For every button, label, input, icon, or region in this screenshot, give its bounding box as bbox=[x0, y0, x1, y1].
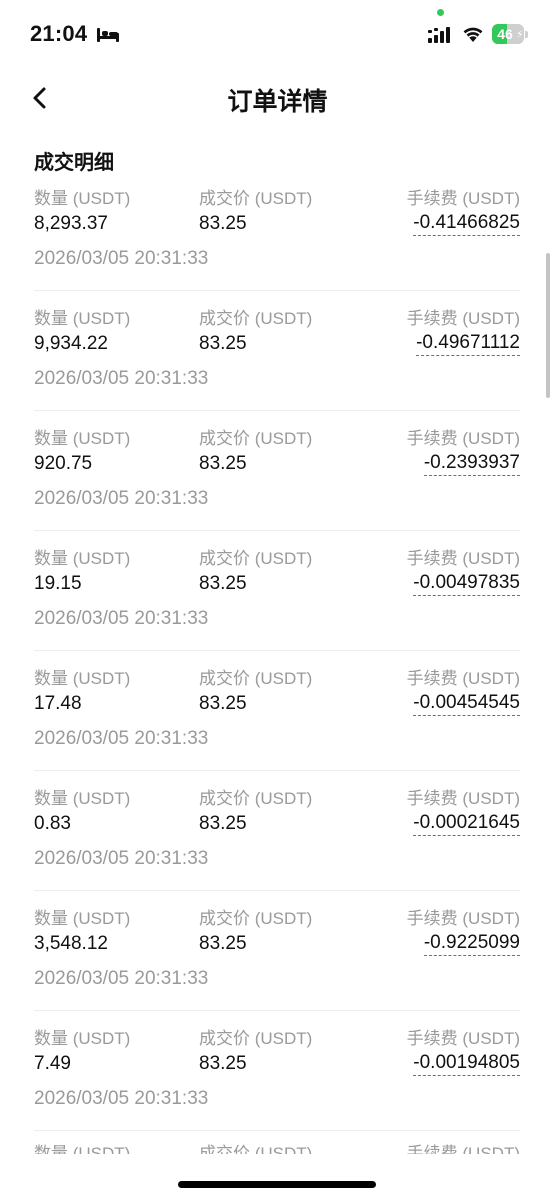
navigation-bar: 订单详情 bbox=[0, 70, 555, 126]
trade-time: 2026/03/05 20:31:33 bbox=[34, 368, 209, 389]
page-title: 订单详情 bbox=[227, 88, 328, 116]
fee-label: 手续费 (USDT) bbox=[406, 909, 520, 928]
price-label: 成交价 (USDT) bbox=[199, 189, 313, 208]
fee-value[interactable]: -0.00454545 bbox=[413, 691, 520, 716]
fee-label: 手续费 (USDT) bbox=[406, 789, 520, 808]
charging-bolt-icon: ⚡ bbox=[516, 29, 524, 41]
quantity-label: 数量 (USDT) bbox=[34, 429, 131, 448]
trade-row: 数量 (USDT) 0.83 成交价 (USDT) 83.25 手续费 (USD… bbox=[34, 771, 520, 891]
price-label: 成交价 (USDT) bbox=[199, 549, 313, 568]
trade-time: 2026/03/05 20:31:33 bbox=[34, 1088, 209, 1109]
quantity-label: 数量 (USDT) bbox=[34, 189, 131, 208]
trade-row: 数量 (USDT) 8,293.37 成交价 (USDT) 83.25 手续费 … bbox=[34, 171, 520, 291]
quantity-label: 数量 (USDT) bbox=[34, 789, 131, 808]
quantity-value: 3,548.12 bbox=[34, 933, 108, 954]
quantity-value: 9,934.22 bbox=[34, 333, 108, 354]
price-label: 成交价 (USDT) bbox=[199, 1144, 313, 1154]
price-value: 83.25 bbox=[199, 333, 247, 354]
fee-value[interactable]: -0.00497835 bbox=[413, 571, 520, 596]
price-label: 成交价 (USDT) bbox=[199, 789, 313, 808]
quantity-value: 17.48 bbox=[34, 693, 82, 714]
quantity-label: 数量 (USDT) bbox=[34, 549, 131, 568]
trade-time: 2026/03/05 20:31:33 bbox=[34, 608, 209, 629]
quantity-value: 7.49 bbox=[34, 1053, 71, 1074]
fee-label: 手续费 (USDT) bbox=[406, 669, 520, 688]
price-value: 83.25 bbox=[199, 933, 247, 954]
fee-value[interactable]: -0.49671112 bbox=[416, 331, 520, 356]
signal-icon bbox=[428, 27, 450, 43]
home-indicator[interactable] bbox=[178, 1181, 376, 1188]
price-value: 83.25 bbox=[199, 213, 247, 234]
price-value: 83.25 bbox=[199, 813, 247, 834]
price-label: 成交价 (USDT) bbox=[199, 309, 313, 328]
price-label: 成交价 (USDT) bbox=[199, 1029, 313, 1048]
partial-trade-row: 数量 (USDT) 成交价 (USDT) 手续费 (USDT) bbox=[0, 1140, 555, 1154]
battery-level: 46 bbox=[497, 26, 513, 42]
fee-label: 手续费 (USDT) bbox=[406, 189, 520, 208]
quantity-label: 数量 (USDT) bbox=[34, 1144, 131, 1154]
trade-list: 数量 (USDT) 8,293.37 成交价 (USDT) 83.25 手续费 … bbox=[34, 171, 520, 1131]
price-value: 83.25 bbox=[199, 1053, 247, 1074]
price-value: 83.25 bbox=[199, 573, 247, 594]
bed-icon bbox=[97, 28, 119, 42]
fee-label: 手续费 (USDT) bbox=[406, 429, 520, 448]
fee-value[interactable]: -0.41466825 bbox=[413, 211, 520, 236]
quantity-label: 数量 (USDT) bbox=[34, 669, 131, 688]
fee-value[interactable]: -0.2393937 bbox=[423, 451, 520, 476]
fee-value[interactable]: -0.00194805 bbox=[413, 1051, 520, 1076]
status-time: 21:04 bbox=[30, 21, 88, 46]
price-label: 成交价 (USDT) bbox=[199, 429, 313, 448]
trade-time: 2026/03/05 20:31:33 bbox=[34, 848, 209, 869]
trade-time: 2026/03/05 20:31:33 bbox=[34, 248, 209, 269]
wifi-icon bbox=[463, 27, 483, 42]
status-bar: 21:04 46 ⚡ bbox=[0, 0, 555, 70]
fee-label: 手续费 (USDT) bbox=[406, 549, 520, 568]
trade-time: 2026/03/05 20:31:33 bbox=[34, 728, 209, 749]
quantity-value: 0.83 bbox=[34, 813, 71, 834]
trade-row: 数量 (USDT) 17.48 成交价 (USDT) 83.25 手续费 (US… bbox=[34, 651, 520, 771]
fee-value[interactable]: -0.00021645 bbox=[413, 811, 520, 836]
quantity-label: 数量 (USDT) bbox=[34, 1029, 131, 1048]
price-value: 83.25 bbox=[199, 453, 247, 474]
trade-row: 数量 (USDT) 7.49 成交价 (USDT) 83.25 手续费 (USD… bbox=[34, 1011, 520, 1131]
price-label: 成交价 (USDT) bbox=[199, 669, 313, 688]
fee-value[interactable]: -0.9225099 bbox=[423, 931, 520, 956]
trade-row: 数量 (USDT) 3,548.12 成交价 (USDT) 83.25 手续费 … bbox=[34, 891, 520, 1011]
fee-label: 手续费 (USDT) bbox=[406, 1144, 520, 1154]
scrollbar[interactable] bbox=[546, 253, 550, 398]
price-label: 成交价 (USDT) bbox=[199, 909, 313, 928]
trade-row: 数量 (USDT) 9,934.22 成交价 (USDT) 83.25 手续费 … bbox=[34, 291, 520, 411]
quantity-value: 920.75 bbox=[34, 453, 93, 474]
mic-indicator-dot bbox=[437, 9, 444, 16]
quantity-label: 数量 (USDT) bbox=[34, 909, 131, 928]
trade-time: 2026/03/05 20:31:33 bbox=[34, 488, 209, 509]
trade-row: 数量 (USDT) 920.75 成交价 (USDT) 83.25 手续费 (U… bbox=[34, 411, 520, 531]
quantity-label: 数量 (USDT) bbox=[34, 309, 131, 328]
trade-time: 2026/03/05 20:31:33 bbox=[34, 968, 209, 989]
price-value: 83.25 bbox=[199, 693, 247, 714]
trade-row: 数量 (USDT) 19.15 成交价 (USDT) 83.25 手续费 (US… bbox=[34, 531, 520, 651]
quantity-value: 8,293.37 bbox=[34, 213, 108, 234]
battery-icon: 46 ⚡ bbox=[492, 24, 528, 44]
fee-label: 手续费 (USDT) bbox=[406, 309, 520, 328]
quantity-value: 19.15 bbox=[34, 573, 82, 594]
fee-label: 手续费 (USDT) bbox=[406, 1029, 520, 1048]
